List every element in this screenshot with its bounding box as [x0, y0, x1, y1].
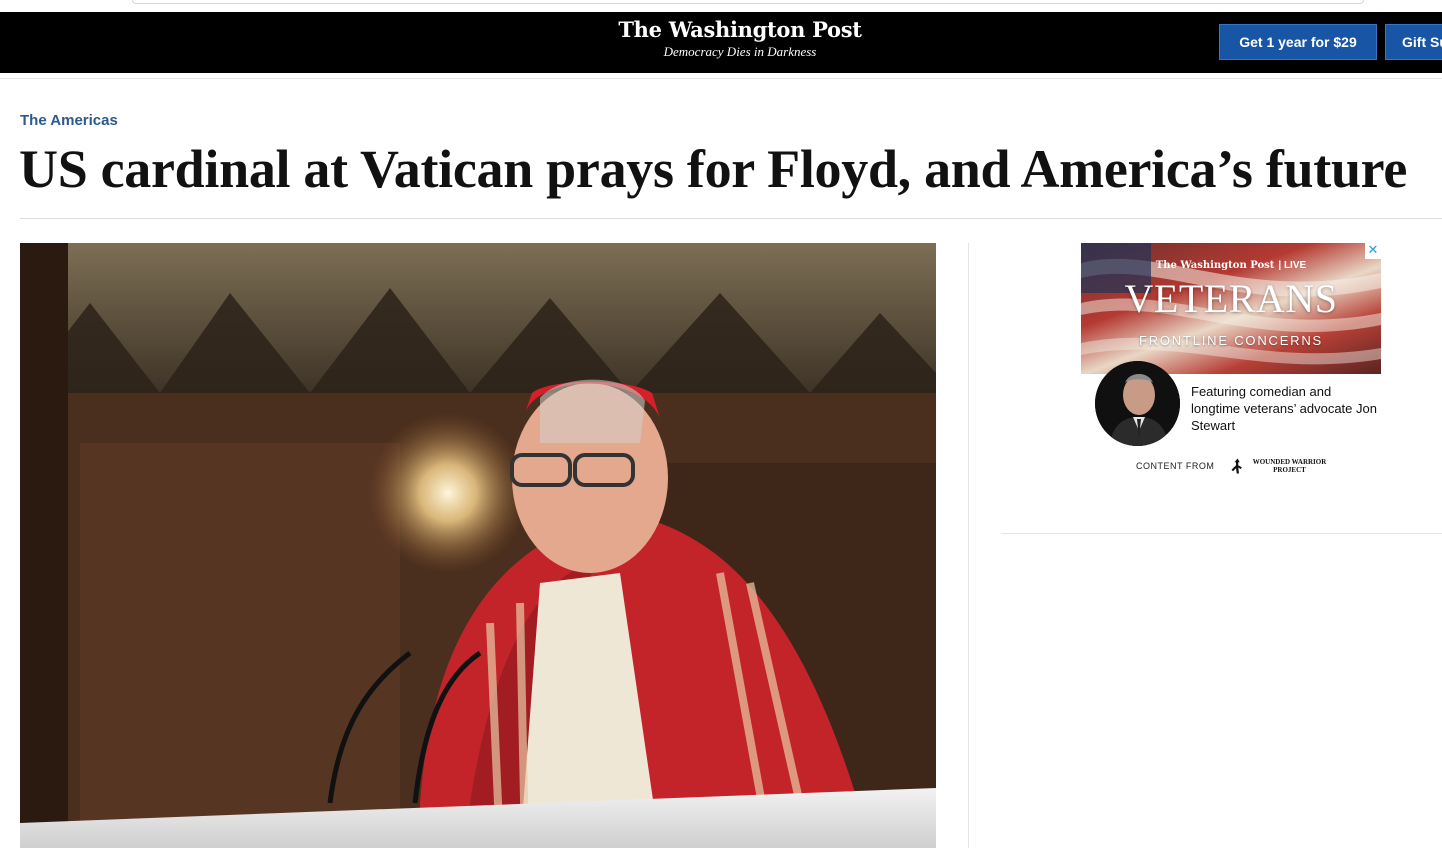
gift-subscription-button[interactable]: Gift Su	[1385, 24, 1442, 60]
header-divider	[0, 78, 1442, 79]
lead-image[interactable]	[20, 243, 936, 848]
masthead[interactable]: The Washington Post Democracy Dies in Da…	[600, 17, 880, 60]
headline-divider	[20, 218, 1442, 219]
cardinal-photo-illustration	[20, 243, 936, 848]
ad-brand-name: The Washington Post	[1155, 260, 1275, 271]
site-header: The Washington Post Democracy Dies in Da…	[0, 12, 1442, 73]
site-logo[interactable]: The Washington Post	[600, 17, 880, 43]
ad-speaker-avatar[interactable]	[1095, 361, 1180, 446]
column-divider	[968, 243, 969, 848]
wounded-warrior-logo-icon	[1231, 458, 1242, 474]
ad-brand-suffix: | LIVE	[1278, 260, 1307, 271]
ad-brand: The Washington Post | LIVE	[1081, 260, 1381, 271]
ad-content-from-label: CONTENT FROM	[1136, 461, 1215, 471]
ad-sponsor-name: WOUNDED WARRIOR PROJECT	[1252, 458, 1327, 474]
speaker-portrait-icon	[1095, 361, 1180, 446]
right-rail-divider	[1001, 533, 1442, 534]
ad-sponsor-logo[interactable]: WOUNDED WARRIOR PROJECT	[1230, 455, 1330, 477]
browser-top-strip	[0, 0, 1442, 12]
address-bar-edge	[132, 0, 1364, 4]
ad-close-icon[interactable]: ✕	[1365, 243, 1381, 259]
ad-title: VETERANS	[1124, 276, 1338, 321]
site-tagline: Democracy Dies in Darkness	[663, 44, 817, 59]
subscribe-button[interactable]: Get 1 year for $29	[1219, 24, 1377, 60]
ad-subtitle: FRONTLINE CONCERNS	[1138, 333, 1324, 348]
ad-copy[interactable]: Featuring comedian and longtime veterans…	[1191, 383, 1381, 434]
section-kicker-link[interactable]: The Americas	[20, 112, 118, 129]
article-headline: US cardinal at Vatican prays for Floyd, …	[19, 139, 1408, 199]
ad-banner[interactable]: ✕ The Washington Post | LIVE VETERANS FRO…	[1081, 243, 1381, 374]
